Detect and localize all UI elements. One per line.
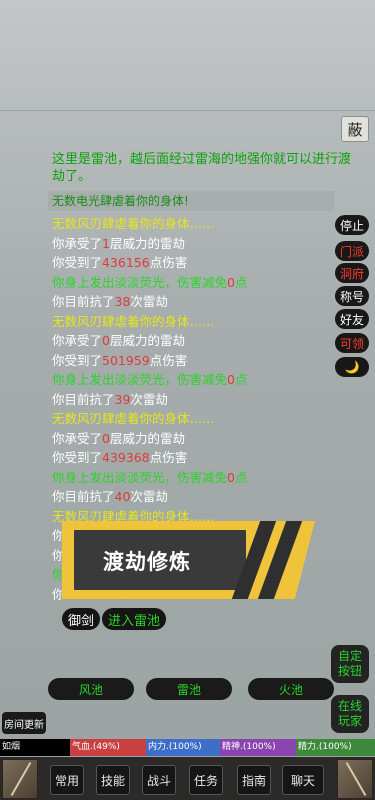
nav-tasks[interactable]: 任务 — [189, 765, 223, 795]
log-text: 点 — [234, 274, 248, 290]
log-text: 0 — [227, 469, 235, 485]
custom-button-label: 自定按钮 — [337, 649, 362, 678]
log-text: 层威力的雷劫 — [109, 333, 185, 348]
wind-pool-button[interactable]: 风池 — [48, 678, 134, 700]
log-text: 501959 — [102, 352, 150, 368]
log-text: 你目前抗了 — [52, 294, 115, 309]
log-line: 你身上发出淡淡荧光，伤害减免0点 — [52, 273, 342, 293]
energy-stat: 精力.(100%) — [296, 739, 375, 756]
log-text: 点 — [234, 372, 248, 387]
hp-stat: 气血.(49%) — [70, 739, 146, 756]
right-menu-item[interactable]: 停止 — [335, 215, 369, 235]
status-bar: 如烟 气血.(49%) 内力.(100%) 精神.(100%) 精力.(100%… — [0, 739, 375, 756]
enter-pool-button[interactable]: 进入雷池 — [102, 608, 166, 630]
log-line: 你目前抗了40次雷劫 — [52, 487, 342, 507]
log-text: 点伤害 — [149, 255, 188, 270]
log-text: 你受到了 — [52, 352, 103, 368]
online-players-button[interactable]: 在线玩家 — [331, 695, 369, 733]
inner-power-stat: 内力.(100%) — [146, 739, 220, 756]
right-menu-item[interactable]: 可领 — [335, 333, 369, 353]
log-line: 你身上发出淡淡荧光，伤害减免0点 — [52, 468, 342, 488]
log-line: 你承受了0层威力的雷劫 — [52, 429, 342, 449]
log-text: 点伤害 — [149, 450, 188, 465]
log-text: 你目前抗了 — [52, 489, 115, 504]
log-text: 0 — [102, 333, 110, 348]
log-line: 你承受了0层威力的雷劫 — [52, 331, 342, 351]
hide-button[interactable]: 蔽 — [341, 116, 369, 142]
log-text: 你身上发出淡淡荧光，伤害减免 — [52, 469, 228, 485]
player-name: 如烟 — [0, 739, 70, 756]
log-line: 你受到了436156点伤害 — [52, 253, 342, 273]
nav-common[interactable]: 常用 — [50, 765, 84, 795]
right-menu-item[interactable]: 洞府 — [335, 263, 369, 283]
log-text: 点 — [234, 469, 248, 485]
custom-button[interactable]: 自定按钮 — [331, 645, 369, 683]
log-line: 你目前抗了39次雷劫 — [52, 390, 342, 410]
fly-sword-button[interactable]: 御剑 — [62, 608, 100, 630]
log-text: 0 — [102, 430, 110, 446]
sword-emblem-icon[interactable] — [2, 759, 38, 799]
log-text: 你目前抗了 — [52, 391, 115, 407]
log-text: 0 — [227, 274, 235, 290]
log-text: 次雷劫 — [130, 294, 168, 309]
room-update-button[interactable]: 房间更新 — [2, 712, 46, 734]
top-divider — [0, 110, 375, 111]
log-text: 0 — [227, 372, 235, 387]
right-menu-item[interactable]: 门派 — [335, 241, 369, 261]
banner-title: 渡劫修炼 — [103, 550, 191, 574]
log-text: 次雷劫 — [130, 489, 168, 504]
fire-pool-button[interactable]: 火池 — [248, 678, 334, 700]
log-line: 你身上发出淡淡荧光，伤害减免0点 — [52, 370, 342, 390]
log-text: 无数风刃肆虐着你的身体…… — [52, 411, 215, 426]
log-line: 你受到了501959点伤害 — [52, 351, 342, 371]
log-text: 你身上发出淡淡荧光，伤害减免 — [52, 372, 228, 387]
log-line: 你目前抗了38次雷劫 — [52, 292, 342, 312]
log-text: 你承受了 — [52, 235, 103, 251]
log-text: 层威力的雷劫 — [109, 430, 185, 446]
log-text: 无数风刃肆虐着你的身体…… — [52, 216, 215, 231]
nav-chat[interactable]: 聊天 — [282, 765, 324, 795]
log-line: 无数风刃肆虐着你的身体…… — [52, 214, 342, 234]
log-line: 你受到了439368点伤害 — [52, 448, 342, 468]
night-mode-icon[interactable]: 🌙 — [335, 357, 369, 377]
thunder-pool-button[interactable]: 雷池 — [146, 678, 232, 700]
sword-emblem-icon[interactable] — [337, 759, 373, 799]
log-text: 你承受了 — [52, 333, 103, 348]
intro-text: 这里是雷池，越后面经过雷海的地强你就可以进行渡劫了。 — [52, 152, 352, 184]
log-line: 无数风刃肆虐着你的身体…… — [52, 409, 342, 429]
top-bar — [0, 0, 375, 110]
log-text: 436156 — [102, 255, 150, 270]
log-line: 你承受了1层威力的雷劫 — [52, 234, 342, 254]
nav-skills[interactable]: 技能 — [96, 765, 130, 795]
highlight-line: 无数电光肆虐着你的身体! — [48, 191, 334, 211]
log-text: 无数风刃肆虐着你的身体…… — [52, 313, 215, 329]
log-text: 39 — [114, 391, 131, 407]
nav-guide[interactable]: 指南 — [237, 765, 271, 795]
log-text: 你承受了 — [52, 430, 103, 446]
spirit-stat: 精神.(100%) — [220, 739, 296, 756]
log-text: 层威力的雷劫 — [109, 235, 185, 251]
log-text: 你受到了 — [52, 255, 103, 270]
log-text: 40 — [114, 489, 131, 504]
right-menu-item[interactable]: 称号 — [335, 286, 369, 306]
log-line: 无数风刃肆虐着你的身体…… — [52, 312, 342, 332]
log-text: 次雷劫 — [130, 391, 168, 407]
right-menu-item[interactable]: 好友 — [335, 309, 369, 329]
nav-battle[interactable]: 战斗 — [142, 765, 176, 795]
log-text: 439368 — [102, 450, 150, 465]
log-text: 点伤害 — [149, 352, 188, 368]
log-text: 你受到了 — [52, 450, 103, 465]
log-text: 1 — [102, 235, 110, 251]
log-text: 你身上发出淡淡荧光，伤害减免 — [52, 274, 228, 290]
log-text: 38 — [114, 294, 131, 309]
online-players-label: 在线玩家 — [337, 699, 362, 728]
